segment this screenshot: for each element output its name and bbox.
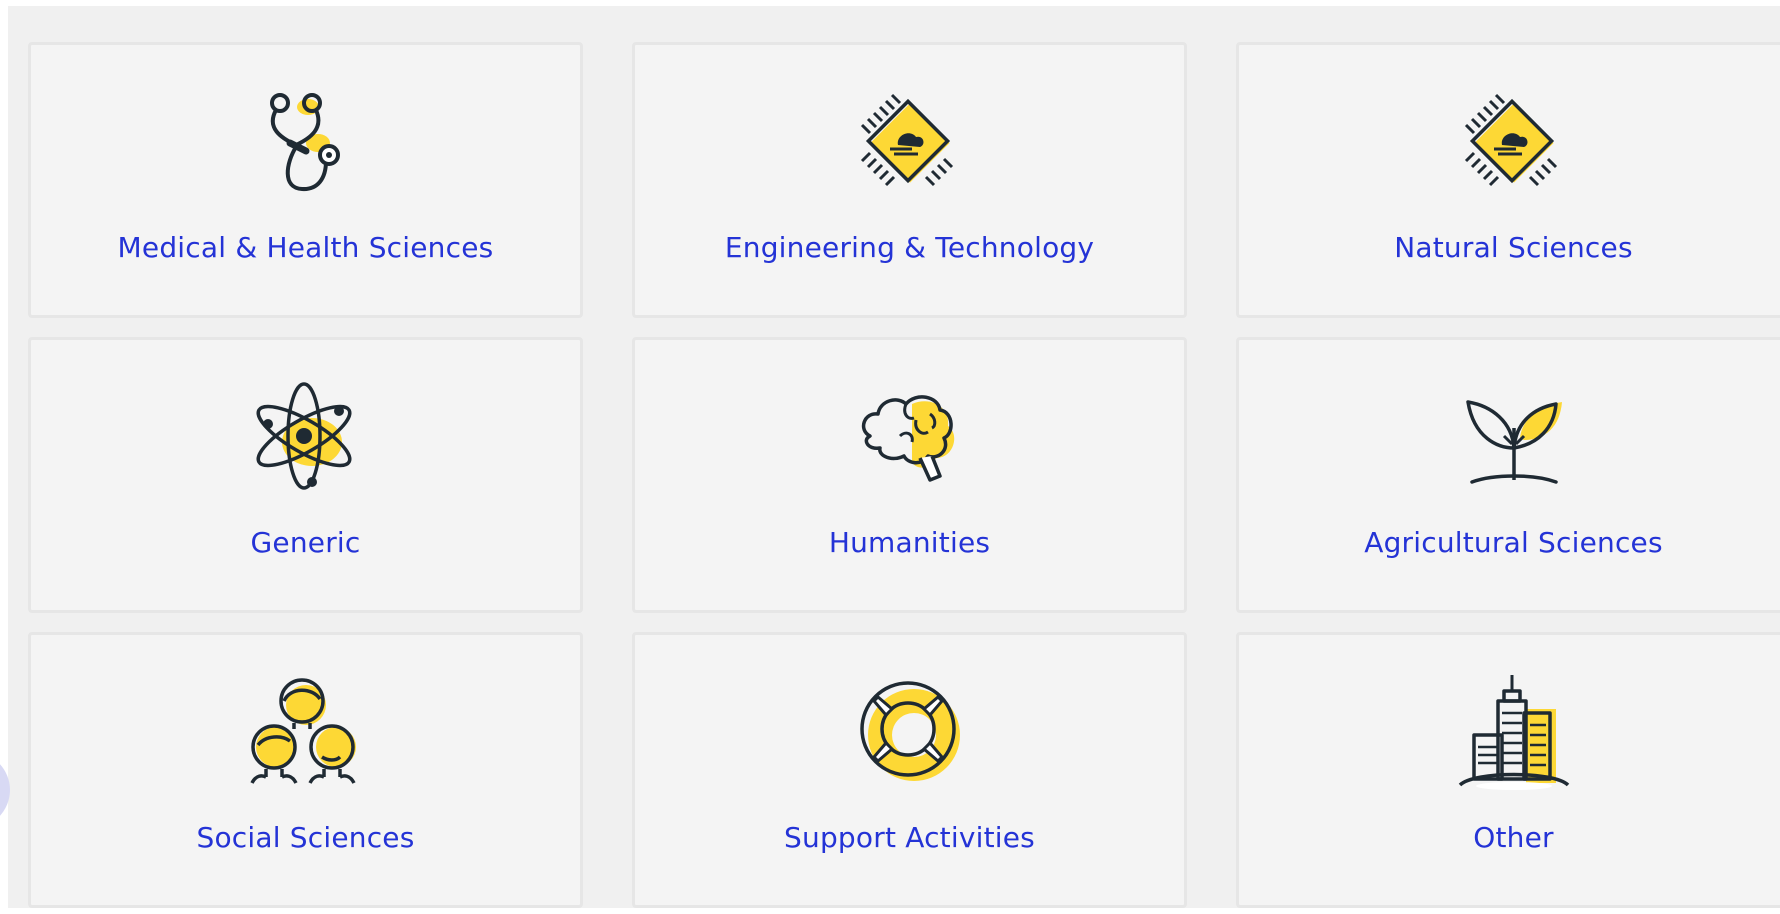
category-card-support-activities[interactable]: Support Activities xyxy=(632,632,1187,908)
category-label: Humanities xyxy=(828,526,991,559)
brain-icon xyxy=(850,378,970,498)
category-label: Agricultural Sciences xyxy=(1364,526,1663,559)
category-label: Social Sciences xyxy=(196,821,415,854)
category-card-generic[interactable]: Generic xyxy=(28,337,583,613)
lifebuoy-icon xyxy=(850,673,970,793)
category-card-engineering-technology[interactable]: Engineering & Technology xyxy=(632,42,1187,318)
category-card-humanities[interactable]: Humanities xyxy=(632,337,1187,613)
atom-icon xyxy=(246,378,366,498)
category-grid: Medical & Health Sciences Engineering & … xyxy=(28,42,1780,908)
chip-icon xyxy=(1454,83,1574,203)
chip-icon xyxy=(850,83,970,203)
category-card-social-sciences[interactable]: Social Sciences xyxy=(28,632,583,908)
category-label: Support Activities xyxy=(784,821,1035,854)
category-label: Engineering & Technology xyxy=(724,231,1095,264)
category-label: Natural Sciences xyxy=(1394,231,1633,264)
category-label: Medical & Health Sciences xyxy=(117,231,494,264)
category-panel: Medical & Health Sciences Engineering & … xyxy=(8,6,1780,908)
category-label: Other xyxy=(1473,821,1554,854)
category-card-agricultural-sciences[interactable]: Agricultural Sciences xyxy=(1236,337,1780,613)
category-card-other[interactable]: Other xyxy=(1236,632,1780,908)
category-label: Generic xyxy=(250,526,361,559)
people-icon xyxy=(246,673,366,793)
sprout-icon xyxy=(1454,378,1574,498)
category-card-medical-health-sciences[interactable]: Medical & Health Sciences xyxy=(28,42,583,318)
category-card-natural-sciences[interactable]: Natural Sciences xyxy=(1236,42,1780,318)
stethoscope-icon xyxy=(246,83,366,203)
buildings-icon xyxy=(1454,673,1574,793)
